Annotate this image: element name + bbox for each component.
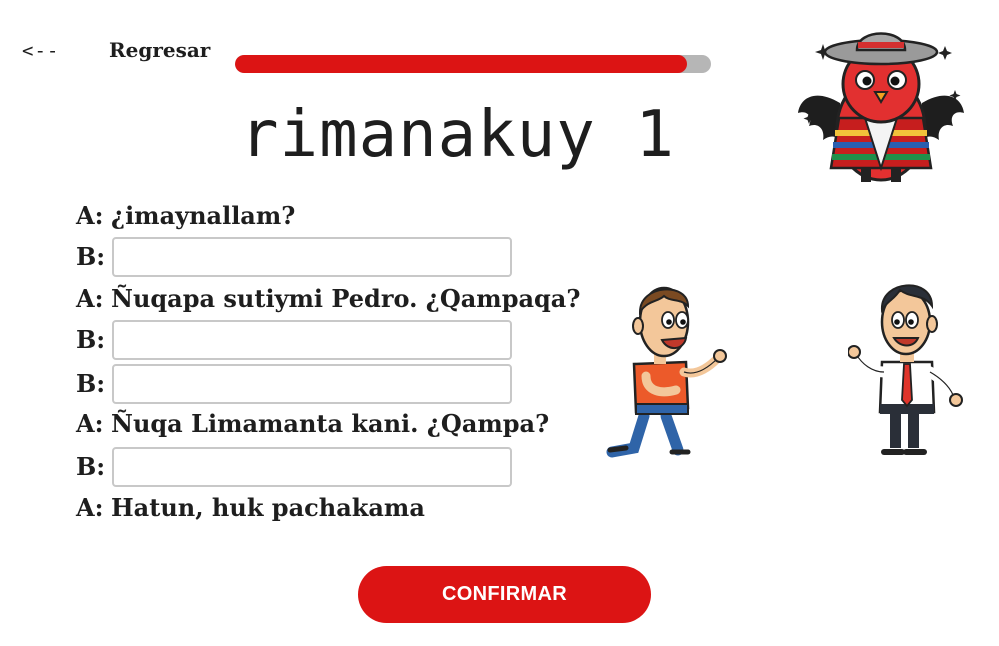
speaker-label: B: — [76, 369, 106, 398]
confirm-button[interactable]: CONFIRMAR — [358, 566, 651, 623]
answer-input-3[interactable] — [112, 364, 512, 404]
back-button[interactable]: Regresar — [109, 38, 210, 62]
dialogue-line-b2: B: — [76, 320, 512, 360]
speaker-label: A: — [76, 409, 104, 438]
dialogue-line-a3: A: Ñuqa Limamanta kani. ¿Qampa? — [76, 404, 549, 444]
dialogue-text: Ñuqa Limamanta kani. ¿Qampa? — [111, 409, 550, 438]
dialogue-line-a2: A: Ñuqapa sutiymi Pedro. ¿Qampaqa? — [76, 279, 580, 319]
speaker-label: B: — [76, 452, 106, 481]
dialogue-text: Ñuqapa sutiymi Pedro. ¿Qampaqa? — [111, 284, 581, 313]
page-title: rimanakuy 1 — [240, 98, 675, 172]
answer-input-2[interactable] — [112, 320, 512, 360]
dialogue-line-a1: A: ¿imaynallam? — [76, 196, 295, 236]
bird-mascot-icon — [798, 32, 964, 182]
answer-input-4[interactable] — [112, 447, 512, 487]
person-tie-icon — [848, 284, 963, 455]
speaker-label: B: — [76, 325, 106, 354]
dialogue-text: Hatun, huk pachakama — [111, 493, 425, 522]
speaker-label: A: — [76, 284, 104, 313]
progress-bar-fill — [235, 55, 688, 73]
speaker-label: A: — [76, 493, 104, 522]
dialogue-line-a4: A: Hatun, huk pachakama — [76, 488, 425, 528]
dialogue-line-b4: B: — [76, 447, 512, 487]
person-orange-shirt-icon — [606, 286, 727, 458]
dialogue-text: ¿imaynallam? — [111, 201, 296, 230]
progress-bar — [235, 55, 711, 73]
dialogue-line-b1: B: — [76, 237, 512, 277]
answer-input-1[interactable] — [112, 237, 512, 277]
dialogue-line-b3: B: — [76, 364, 512, 404]
speaker-label: A: — [76, 201, 104, 230]
back-arrow-icon[interactable]: <-- — [22, 40, 59, 62]
speaker-label: B: — [76, 242, 106, 271]
